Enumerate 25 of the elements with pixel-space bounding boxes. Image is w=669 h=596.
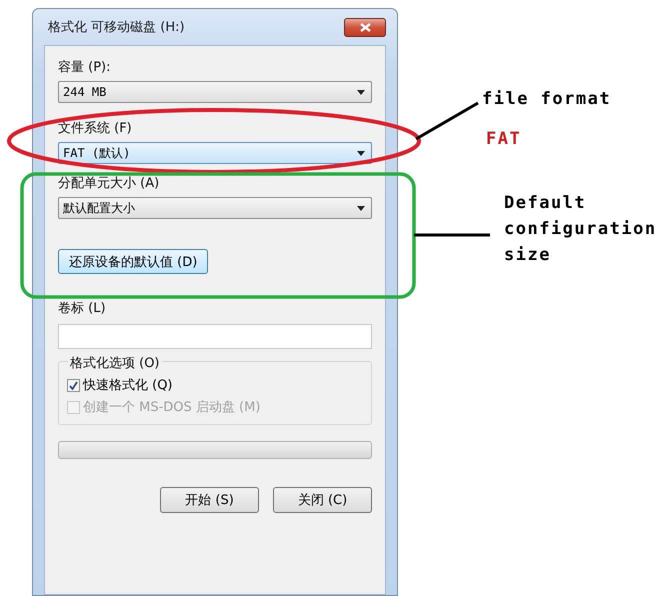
dropdown[interactable]: 默认配置大小 — [58, 197, 372, 219]
caret-icon — [357, 206, 365, 210]
close-dialog-button[interactable]: 关闭 (C) — [273, 487, 372, 513]
field-label: 容量 (P): — [58, 60, 110, 75]
close-button[interactable] — [344, 18, 386, 36]
group-title: 格式化选项 (O) — [68, 354, 162, 372]
field-label: 卷标 (L) — [58, 301, 106, 316]
leader-line — [415, 102, 479, 140]
window-title: 格式化 可移动磁盘 (H:) — [47, 19, 185, 36]
checkbox-option[interactable]: 快速格式化 (Q) — [67, 376, 363, 394]
annotation-text: Default configuration size — [504, 192, 658, 267]
start-button[interactable]: 开始 (S) — [160, 487, 259, 513]
restore-defaults-button[interactable]: 还原设备的默认值 (D) — [58, 249, 208, 274]
field-label: 分配单元大小 (A) — [58, 176, 160, 191]
close-icon — [360, 22, 370, 32]
caret-icon — [357, 90, 365, 94]
input-field[interactable] — [58, 324, 372, 349]
annotation-text: FAT — [486, 128, 522, 151]
annotation-text: file format — [482, 88, 612, 111]
dropdown[interactable]: 244 MB — [58, 81, 372, 103]
checkbox[interactable] — [67, 378, 80, 392]
check-icon — [69, 380, 78, 390]
dropdown[interactable]: FAT (默认) — [58, 142, 372, 164]
caret-icon — [357, 150, 365, 156]
field-label: 文件系统 (F) — [58, 121, 132, 136]
